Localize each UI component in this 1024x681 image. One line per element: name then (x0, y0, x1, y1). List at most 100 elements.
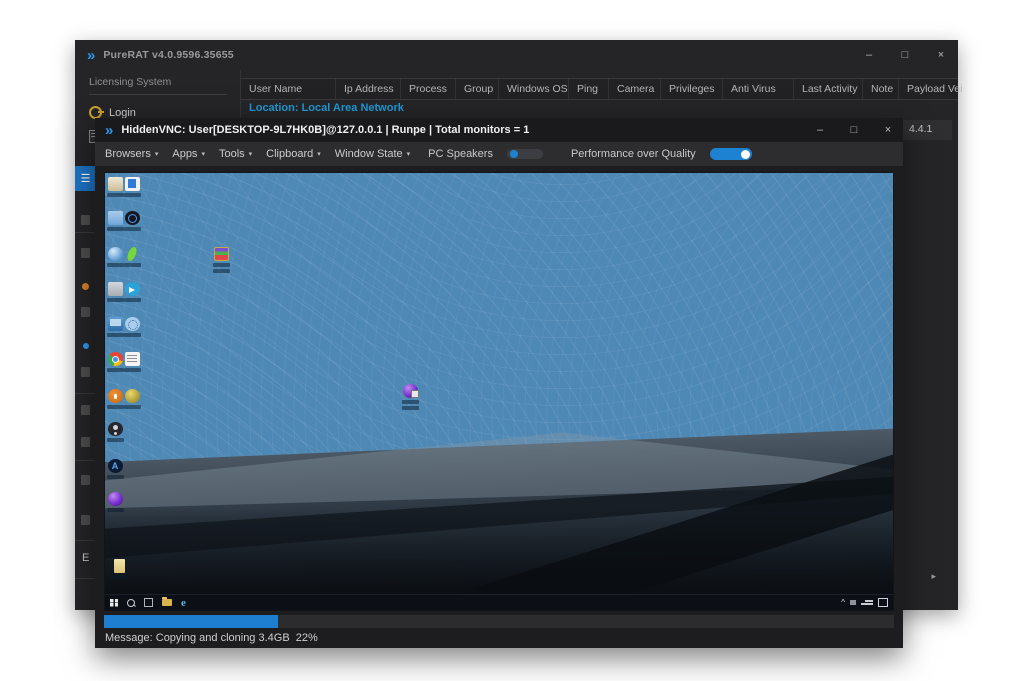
status-message: Message: Copying and cloning 3.4GB 22% (105, 632, 318, 644)
close-button[interactable]: × (881, 124, 895, 136)
task-view-icon[interactable] (144, 598, 153, 607)
column-header-ping[interactable]: Ping (569, 79, 609, 99)
minimize-button[interactable]: – (862, 49, 876, 61)
tray-chevron-up-icon[interactable]: ^ (841, 599, 845, 607)
desktop-icon-telegram[interactable] (124, 282, 140, 302)
web-app-icon (125, 317, 140, 331)
desktop-icon-winrar-archive[interactable] (213, 247, 229, 273)
divider (75, 393, 96, 394)
column-header-group[interactable]: Group (456, 79, 499, 99)
nav-strip-item-letter[interactable]: E (82, 552, 89, 564)
search-icon[interactable] (127, 599, 135, 607)
desktop-icon-purple-orb-app[interactable] (107, 492, 123, 512)
remote-desktop-view[interactable]: e ^ (104, 172, 894, 611)
icon-label (107, 227, 124, 231)
gray-box-app-icon (108, 282, 123, 296)
desktop-icon-chrome[interactable] (107, 352, 123, 372)
file-explorer-icon[interactable] (162, 599, 172, 606)
chevron-down-icon: ▾ (407, 150, 411, 158)
vnc-window-title: HiddenVNC: User[DESKTOP-9L7HK0B]@127.0.0… (121, 124, 529, 136)
performance-over-quality-toggle[interactable] (710, 148, 752, 160)
nav-strip-item-blue-icon[interactable] (83, 343, 89, 349)
column-header-ip-address[interactable]: Ip Address (336, 79, 401, 99)
divider (75, 460, 96, 461)
column-header-camera[interactable]: Camera (609, 79, 661, 99)
purerat-titlebar[interactable]: » PureRAT v4.0.9596.35655 – □ × (75, 40, 958, 70)
desktop-icon-dark-avatar-app[interactable] (107, 422, 123, 442)
action-center-icon[interactable] (878, 598, 888, 607)
desktop-icon-web-app[interactable] (124, 317, 140, 337)
desktop-icon-blue-picture[interactable] (107, 317, 123, 337)
icon-label (107, 193, 124, 197)
menu-clipboard[interactable]: Clipboard ▾ (266, 148, 321, 160)
menu-tools[interactable]: Tools ▾ (219, 148, 252, 160)
desktop-icon-blue-a-app[interactable] (107, 459, 123, 479)
user-folder-icon (108, 177, 123, 191)
hamburger-icon: ☰ (81, 172, 91, 185)
desktop-icon-dark-ring-app[interactable] (124, 211, 140, 231)
transfer-progress-bar (104, 615, 894, 628)
menu-window-state[interactable]: Window State ▾ (335, 148, 410, 160)
nav-strip-item[interactable] (81, 215, 90, 225)
scroll-right-arrow[interactable]: ▸ (931, 571, 936, 582)
desktop-icon-olive-ball-app[interactable] (124, 389, 140, 409)
icon-label (107, 263, 124, 267)
start-button-icon[interactable] (110, 599, 118, 607)
column-header-privileges[interactable]: Privileges (661, 79, 723, 99)
nav-strip-item[interactable] (81, 437, 90, 447)
desktop-icon-purple-orb-locked[interactable] (402, 384, 418, 410)
tray-clock[interactable] (861, 600, 873, 605)
nav-strip-item[interactable] (81, 248, 90, 258)
icon-label (402, 406, 419, 410)
menu-label: Clipboard (266, 148, 313, 160)
chevron-down-icon: ▾ (201, 150, 205, 158)
desktop-icons (105, 173, 893, 610)
tray-network-icon[interactable] (850, 600, 856, 605)
nav-strip-item[interactable] (81, 307, 90, 317)
nav-strip-item[interactable] (81, 405, 90, 415)
desktop-icon-app-window[interactable] (124, 177, 140, 197)
toggle-knob (510, 150, 518, 158)
maximize-button[interactable]: □ (898, 49, 912, 61)
desktop-icon-documents[interactable] (107, 211, 123, 231)
column-header-payload-version[interactable]: Payload Vei (899, 79, 1019, 99)
vnc-logo-icon: » (105, 123, 113, 138)
nav-strip-item-orange-icon[interactable] (82, 283, 89, 290)
desktop-icon-orange-lock-app[interactable] (107, 389, 123, 409)
nav-strip-item[interactable] (81, 367, 90, 377)
desktop-icon-notepad-doc[interactable] (124, 352, 140, 372)
winrar-archive-icon (214, 247, 229, 261)
edge-browser-icon[interactable]: e (181, 598, 186, 608)
close-button[interactable]: × (934, 49, 948, 61)
nav-strip-item[interactable] (81, 515, 90, 525)
vnc-titlebar[interactable]: » HiddenVNC: User[DESKTOP-9L7HK0B]@127.0… (95, 118, 903, 142)
purerat-logo-icon: » (87, 48, 95, 63)
menu-apps[interactable]: Apps ▾ (172, 148, 205, 160)
nav-strip-active-item[interactable]: ☰ (75, 166, 96, 191)
divider (75, 540, 96, 541)
menu-label: Apps (172, 148, 197, 160)
column-header-anti-virus[interactable]: Anti Virus (723, 79, 794, 99)
vnc-toolbar: Browsers ▾ Apps ▾ Tools ▾ Clipboard ▾ Wi… (95, 142, 903, 166)
desktop-icon-gray-box-app[interactable] (107, 282, 123, 302)
nav-strip-item[interactable] (81, 475, 90, 485)
icon-label (124, 368, 141, 372)
vnc-window-controls: – □ × (813, 118, 895, 142)
column-header-note[interactable]: Note (863, 79, 899, 99)
desktop-icon-user-folder[interactable] (107, 177, 123, 197)
column-header-last-activity[interactable]: Last Activity (794, 79, 863, 99)
column-header-user-name[interactable]: User Name (241, 79, 336, 99)
remote-taskbar[interactable]: e ^ (105, 594, 893, 610)
column-header-process[interactable]: Process (401, 79, 456, 99)
menu-browsers[interactable]: Browsers ▾ (105, 148, 158, 160)
pc-speakers-toggle[interactable] (507, 149, 543, 159)
desktop-icon-yellow-note[interactable] (111, 559, 127, 579)
table-header-row: User Name Ip Address Process Group Windo… (241, 78, 958, 100)
blue-picture-icon (108, 317, 123, 331)
column-header-windows-os[interactable]: Windows OS (499, 79, 569, 99)
maximize-button[interactable]: □ (847, 124, 861, 136)
menu-label: Tools (219, 148, 245, 160)
minimize-button[interactable]: – (813, 124, 827, 136)
desktop-icon-green-swoosh-app[interactable] (124, 247, 140, 267)
desktop-icon-blue-sphere-app[interactable] (107, 247, 123, 267)
